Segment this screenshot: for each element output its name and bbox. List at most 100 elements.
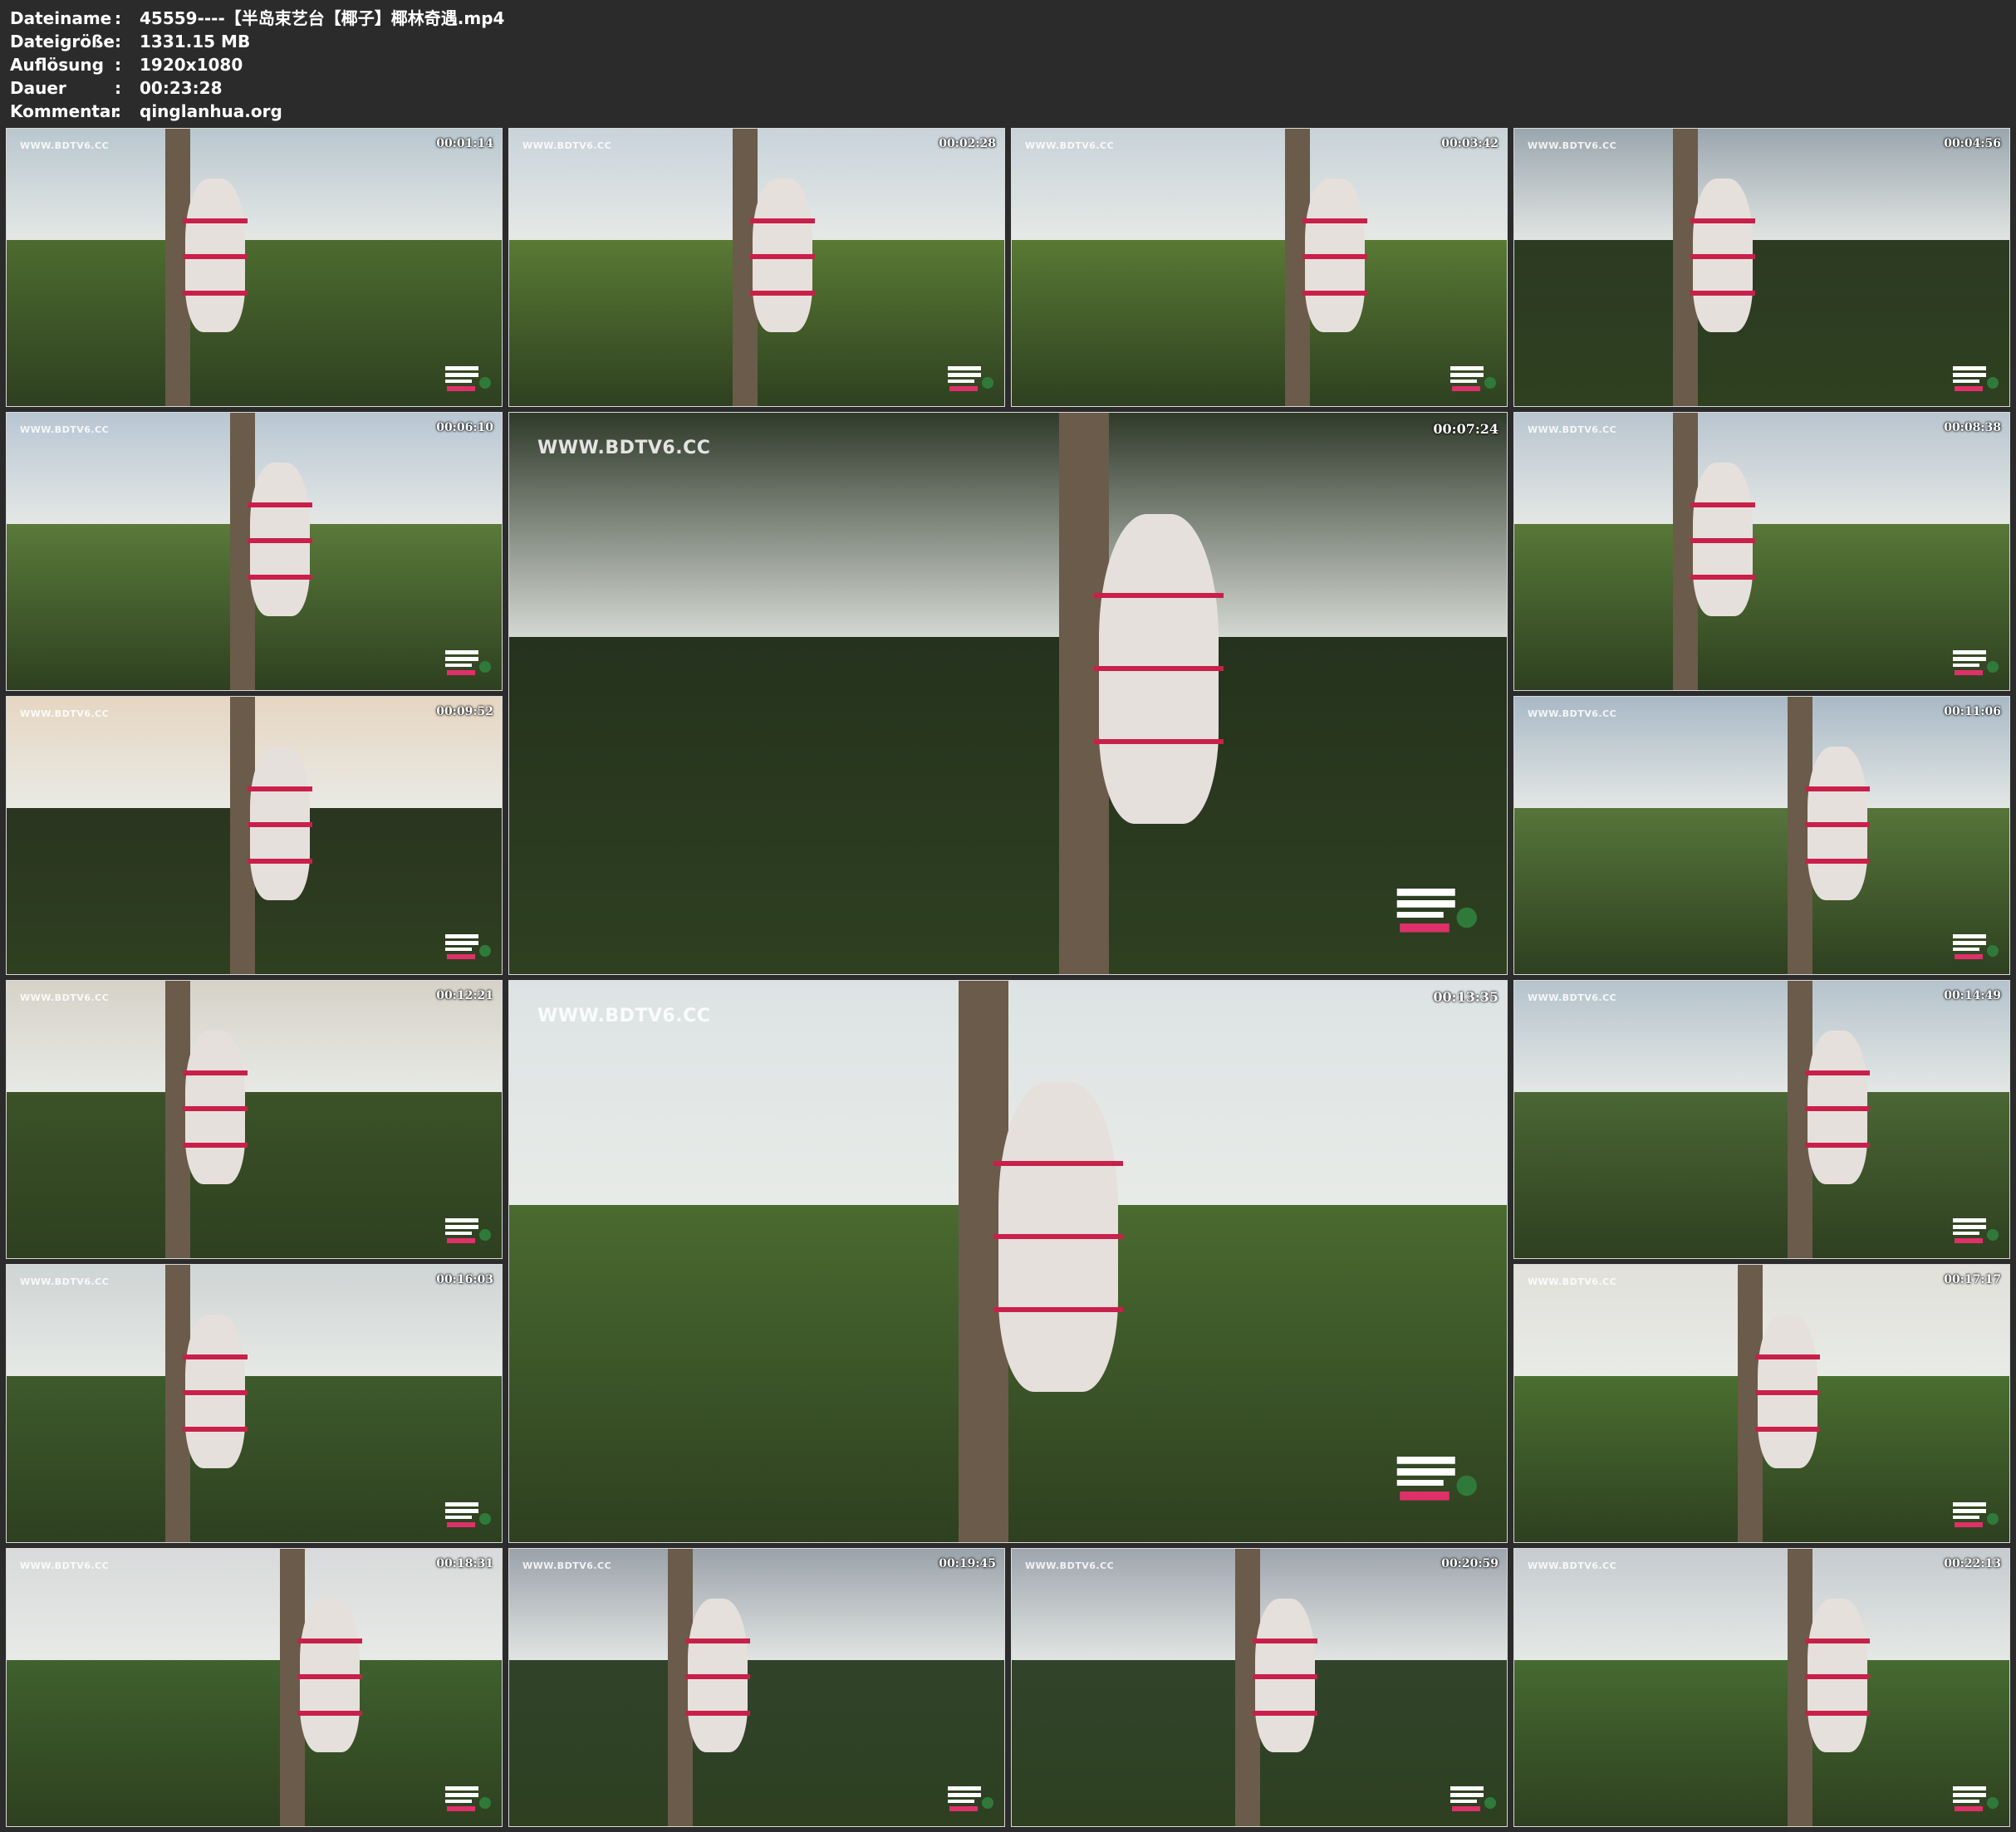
watermark-text: WWW.BDTV6.CC: [1528, 1276, 1617, 1287]
timestamp: 00:08:38: [1944, 421, 2001, 434]
studio-logo-icon: [1953, 1218, 1999, 1243]
rope-band: [297, 1711, 362, 1716]
file-info: Dateiname:45559----【半岛束艺台【椰子】椰林奇遇.mp4 Dat…: [10, 7, 504, 123]
watermark-text: WWW.BDTV6.CC: [20, 424, 110, 435]
video-thumbnail: WWW.BDTV6.CC 00:02:28: [508, 128, 1005, 407]
rope-band: [297, 1674, 362, 1679]
rope-band: [1690, 575, 1755, 580]
foliage-area: [1514, 1091, 2009, 1258]
rope-band: [685, 1639, 750, 1643]
foliage-area: [1514, 807, 2009, 974]
studio-logo-icon: [445, 366, 491, 391]
rope-band: [1805, 859, 1870, 864]
info-row: Dauer:00:23:28: [10, 76, 504, 100]
video-thumbnail: WWW.BDTV6.CC 00:13:35: [508, 980, 1508, 1543]
timestamp: 00:02:28: [939, 137, 996, 150]
info-row: Dateigröße:1331.15 MB: [10, 30, 504, 53]
studio-logo-icon: [1953, 366, 1999, 391]
timestamp: 00:18:31: [436, 1557, 493, 1570]
foliage-area: [509, 1659, 1004, 1826]
rope-band: [750, 254, 815, 259]
watermark-text: WWW.BDTV6.CC: [1025, 140, 1115, 151]
timestamp: 00:20:59: [1441, 1557, 1499, 1570]
watermark-text: WWW.BDTV6.CC: [537, 1006, 711, 1026]
rope-band: [183, 291, 248, 296]
info-separator: :: [115, 32, 121, 51]
rope-band: [1805, 1711, 1870, 1716]
rope-band: [248, 822, 312, 827]
watermark-text: WWW.BDTV6.CC: [20, 140, 110, 151]
watermark-text: WWW.BDTV6.CC: [20, 1560, 110, 1571]
rope-band: [1302, 254, 1367, 259]
watermark-text: WWW.BDTV6.CC: [1528, 1560, 1617, 1571]
timestamp: 00:14:49: [1944, 989, 2001, 1002]
foliage-area: [7, 1375, 502, 1542]
info-value: 45559----【半岛束艺台【椰子】椰林奇遇.mp4: [140, 8, 505, 28]
studio-logo-icon: [948, 366, 993, 391]
timestamp: 00:03:42: [1441, 137, 1499, 150]
rope-band: [750, 218, 815, 223]
video-thumbnail: WWW.BDTV6.CC 00:03:42: [1011, 128, 1508, 407]
rope-band: [1094, 666, 1224, 671]
foliage-area: [7, 1091, 502, 1258]
rope-band: [1690, 538, 1755, 543]
rope-band: [1805, 786, 1870, 791]
rope-band: [1253, 1639, 1317, 1643]
watermark-text: WWW.BDTV6.CC: [20, 1276, 110, 1287]
studio-logo-icon: [948, 1786, 993, 1811]
rope-band: [248, 859, 312, 864]
studio-logo-icon: [1953, 934, 1999, 959]
video-thumbnail: WWW.BDTV6.CC 00:01:14: [6, 128, 503, 407]
rope-band: [993, 1161, 1123, 1166]
rope-band: [993, 1234, 1123, 1239]
studio-logo-icon: [1953, 1502, 1999, 1527]
rope-band: [183, 1143, 248, 1148]
timestamp: 00:04:56: [1944, 137, 2001, 150]
video-thumbnail: WWW.BDTV6.CC 00:11:06: [1513, 696, 2010, 975]
rope-band: [183, 218, 248, 223]
watermark-text: WWW.BDTV6.CC: [1528, 708, 1617, 719]
info-separator: :: [115, 55, 121, 75]
timestamp: 00:09:52: [436, 705, 493, 718]
timestamp: 00:22:13: [1944, 1557, 2001, 1570]
rope-band: [183, 1070, 248, 1075]
video-thumbnail: WWW.BDTV6.CC 00:09:52: [6, 696, 503, 975]
foliage-area: [509, 637, 1507, 974]
info-row: Dateiname:45559----【半岛束艺台【椰子】椰林奇遇.mp4: [10, 7, 504, 30]
watermark-text: WWW.BDTV6.CC: [1528, 140, 1617, 151]
rope-band: [1690, 218, 1755, 223]
rope-band: [1805, 822, 1870, 827]
video-thumbnail: WWW.BDTV6.CC 00:14:49: [1513, 980, 2010, 1259]
foliage-area: [7, 239, 502, 406]
rope-band: [1094, 593, 1224, 598]
rope-band: [1302, 291, 1367, 296]
rope-band: [750, 291, 815, 296]
info-value: qinglanhua.org: [140, 101, 282, 121]
video-thumbnail: WWW.BDTV6.CC 00:07:24: [508, 412, 1508, 975]
video-thumbnail: WWW.BDTV6.CC 00:04:56: [1513, 128, 2010, 407]
rope-band: [1805, 1106, 1870, 1111]
rope-band: [685, 1674, 750, 1679]
rope-band: [248, 502, 312, 507]
info-key: Dateigröße: [10, 32, 115, 51]
studio-logo-icon: [1396, 889, 1477, 933]
watermark-text: WWW.BDTV6.CC: [1528, 992, 1617, 1003]
studio-logo-icon: [445, 1786, 491, 1811]
foliage-area: [1514, 523, 2009, 690]
video-thumbnail: WWW.BDTV6.CC 00:18:31: [6, 1548, 503, 1827]
timestamp: 00:06:10: [436, 421, 493, 434]
rope-band: [183, 254, 248, 259]
video-thumbnail: WWW.BDTV6.CC 00:20:59: [1011, 1548, 1508, 1827]
rope-band: [1094, 739, 1224, 744]
info-separator: :: [115, 78, 121, 98]
video-thumbnail: WWW.BDTV6.CC 00:17:17: [1513, 1264, 2010, 1543]
video-thumbnail: WWW.BDTV6.CC 00:19:45: [508, 1548, 1005, 1827]
timestamp: 00:07:24: [1433, 421, 1499, 437]
studio-logo-icon: [1953, 1786, 1999, 1811]
rope-band: [183, 1427, 248, 1432]
foliage-area: [7, 1659, 502, 1826]
watermark-text: WWW.BDTV6.CC: [1025, 1560, 1115, 1571]
studio-logo-icon: [1396, 1457, 1477, 1501]
rope-band: [1302, 218, 1367, 223]
rope-band: [1253, 1711, 1317, 1716]
